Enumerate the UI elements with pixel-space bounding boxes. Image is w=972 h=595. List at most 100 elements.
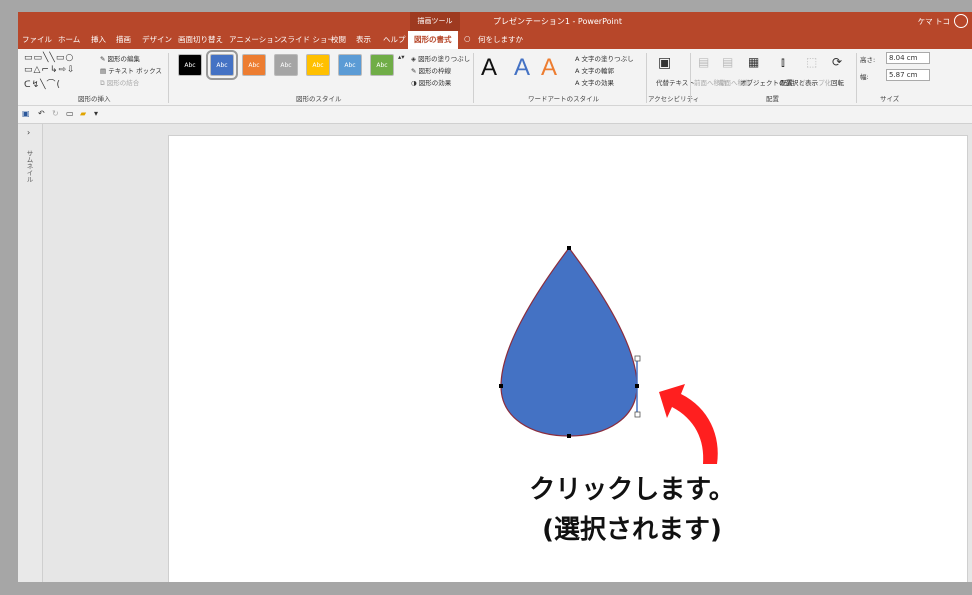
tab-animations[interactable]: アニメーション [229, 34, 281, 45]
group-separator [856, 53, 857, 103]
editing-canvas [43, 124, 972, 582]
open-folder-icon[interactable]: ▰ [80, 109, 86, 118]
merge-shapes-icon: ⧉ [100, 79, 105, 87]
tab-shape-format[interactable]: 図形の書式 [408, 31, 458, 49]
group-separator [690, 53, 691, 103]
tab-slideshow[interactable]: スライド ショー [280, 34, 335, 45]
resize-handle-bottom[interactable] [634, 411, 641, 418]
tab-transitions[interactable]: 画面切り替え [178, 34, 223, 45]
style-swatch-blue[interactable]: Abc [206, 50, 238, 80]
style-swatch-gold[interactable]: Abc [306, 54, 330, 76]
style-swatch-black[interactable]: Abc [178, 54, 202, 76]
paint-bucket-icon: ◈ [411, 55, 416, 63]
text-effects-button[interactable]: A 文字の効果 [575, 77, 614, 87]
resize-handle-top[interactable] [634, 355, 641, 362]
text-fill-button[interactable]: A 文字の塗りつぶし [575, 53, 634, 63]
align-button[interactable]: 配置 [780, 77, 793, 87]
shape-outline-label: 図形の枠線 [418, 67, 452, 75]
width-label: 幅: [860, 73, 869, 81]
tab-review[interactable]: 校閲 [331, 34, 346, 45]
group-separator [473, 53, 474, 103]
group-icon: ⬚ [806, 55, 818, 69]
group-button[interactable]: グループ化 [799, 77, 831, 87]
shape-gallery-row2-icon[interactable]: ᑕ↯╲⌒( [24, 77, 61, 90]
vertex-handle-top[interactable] [567, 246, 571, 250]
expand-pane-icon[interactable]: › [27, 128, 30, 137]
thumbnails-label[interactable]: サムネイル [24, 150, 34, 183]
style-swatch-green[interactable]: Abc [370, 54, 394, 76]
thumbnail-pane: › サムネイル [18, 124, 43, 582]
height-label: 高さ: [860, 56, 876, 64]
wordart-style-orange-icon[interactable]: A [541, 54, 557, 82]
vertex-handle-bottom[interactable] [567, 434, 571, 438]
vertex-handle-left[interactable] [499, 384, 503, 388]
instruction-line-1: クリックします。 [529, 475, 735, 505]
tab-file[interactable]: ファイル [22, 34, 52, 45]
shape-gallery-row-icon[interactable]: ▭△⌐↳⇨⇩ [24, 65, 76, 75]
style-swatch-gray[interactable]: Abc [274, 54, 298, 76]
edit-shape-label: 図形の編集 [107, 55, 141, 63]
text-fill-icon: A [575, 55, 580, 63]
text-box-button[interactable]: ▤ テキスト ボックス [100, 65, 162, 75]
edit-shape-button[interactable]: ✎ 図形の編集 [100, 53, 140, 63]
text-box-label: テキスト ボックス [108, 67, 162, 75]
instruction-line-2: (選択されます) [542, 515, 722, 545]
red-arrow-icon [659, 384, 718, 464]
shape-effects-label: 図形の効果 [418, 79, 452, 87]
size-group-label: サイズ [880, 95, 900, 103]
send-backward-icon: ▤ [722, 55, 734, 69]
shape-outline-button[interactable]: ✎ 図形の枠線 [411, 65, 451, 75]
tab-home[interactable]: ホーム [58, 34, 80, 45]
tell-me-search[interactable]: 何をしますか [478, 34, 523, 45]
customize-qat-icon[interactable]: ▾ [94, 109, 98, 118]
alt-text-icon[interactable]: ▣ [658, 55, 671, 71]
merge-shapes-button[interactable]: ⧉ 図形の結合 [100, 77, 139, 88]
width-field[interactable]: 5.87 cm [886, 69, 930, 81]
shape-styles-group-label: 図形のスタイル [296, 95, 342, 103]
wordart-style-black-icon[interactable]: A [481, 54, 497, 82]
tab-view[interactable]: 表示 [356, 34, 371, 45]
tab-draw[interactable]: 描画 [116, 34, 131, 45]
text-outline-button[interactable]: A 文字の輪郭 [575, 65, 614, 75]
style-gallery-more-icon[interactable]: ▴▾ [398, 53, 405, 61]
group-separator [168, 53, 169, 103]
rotate-button[interactable]: 回転 [831, 77, 844, 87]
wordart-group-label: ワードアートのスタイル [528, 95, 600, 103]
pen-icon: ✎ [411, 67, 417, 75]
accessibility-group-label: アクセシビリティ [648, 95, 700, 103]
selection-pane-icon: ▦ [748, 55, 760, 69]
start-slideshow-icon[interactable]: ▭ [66, 109, 74, 118]
lightbulb-icon[interactable]: ○ [464, 34, 471, 43]
shape-effects-button[interactable]: ◑ 図形の効果 [411, 77, 451, 87]
height-field[interactable]: 8.04 cm [886, 52, 930, 64]
style-swatch-lightblue[interactable]: Abc [338, 54, 362, 76]
tab-design[interactable]: デザイン [142, 34, 172, 45]
insert-shapes-group-label: 図形の挿入 [78, 95, 111, 103]
wordart-style-blue-icon[interactable]: A [514, 54, 530, 82]
title-bar: 描画ツール プレゼンテーション1 - PowerPoint ケマ トコ [18, 12, 972, 31]
bring-forward-icon: ▤ [698, 55, 710, 69]
redo-icon[interactable]: ↻ [52, 109, 59, 118]
vertex-handle-right[interactable] [635, 384, 639, 388]
style-swatch-orange[interactable]: Abc [242, 54, 266, 76]
quick-access-toolbar: ▣ ↶ ↻ ▭ ▰ ▾ [18, 106, 972, 124]
shape-gallery-icon[interactable]: ▭▭╲╲▭○ [24, 53, 74, 63]
ribbon: ▭▭╲╲▭○ ▭△⌐↳⇨⇩ ᑕ↯╲⌒( ✎ 図形の編集 ▤ テキスト ボックス … [18, 49, 972, 106]
document-title: プレゼンテーション1 - PowerPoint [493, 17, 622, 26]
alt-text-button[interactable]: 代替テキスト [656, 77, 695, 87]
user-avatar-icon[interactable] [954, 14, 968, 28]
save-icon[interactable]: ▣ [22, 109, 30, 118]
powerpoint-window: 描画ツール プレゼンテーション1 - PowerPoint ケマ トコ ファイル… [18, 12, 972, 582]
text-outline-label: 文字の輪郭 [581, 67, 615, 75]
group-separator [646, 53, 647, 103]
undo-icon[interactable]: ↶ [38, 109, 45, 118]
arrange-group-label: 配置 [766, 95, 779, 103]
tab-insert[interactable]: 挿入 [91, 34, 106, 45]
merge-shapes-label: 図形の結合 [106, 79, 140, 87]
shape-fill-button[interactable]: ◈ 図形の塗りつぶし [411, 53, 470, 63]
tab-help[interactable]: ヘルプ [383, 34, 406, 45]
text-box-icon: ▤ [100, 67, 107, 75]
user-name[interactable]: ケマ トコ [918, 16, 950, 27]
align-icon: ⫾ [781, 55, 785, 69]
teardrop-shape[interactable] [500, 247, 638, 437]
